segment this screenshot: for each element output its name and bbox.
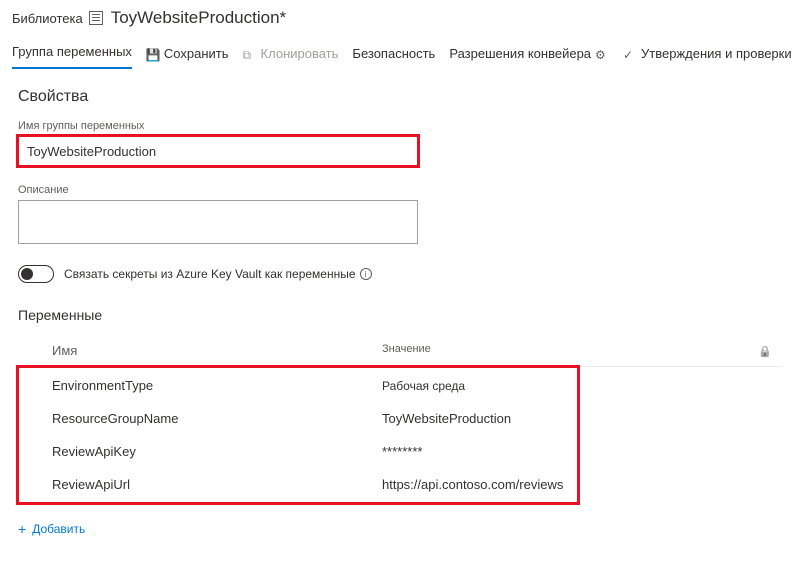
- add-label: Добавить: [32, 522, 85, 536]
- variable-group-icon: [89, 11, 103, 25]
- var-value: ToyWebsiteProduction: [382, 411, 578, 426]
- name-label: Имя группы переменных: [18, 120, 782, 132]
- name-field-block: Имя группы переменных: [18, 120, 782, 166]
- save-label: Сохранить: [164, 46, 229, 61]
- variables-heading: Переменные: [18, 307, 782, 323]
- breadcrumb-library[interactable]: Библиотека: [12, 11, 83, 26]
- var-value: https://api.contoso.com/reviews: [382, 477, 578, 492]
- clone-button[interactable]: Клонировать: [243, 46, 339, 61]
- col-value-header: Значение: [382, 343, 752, 358]
- keyvault-toggle-label: Связать секреты из Azure Key Vault как п…: [64, 267, 372, 281]
- page-title: ToyWebsiteProduction*: [111, 8, 286, 28]
- col-name-header: Имя: [52, 343, 382, 358]
- table-row[interactable]: EnvironmentType Рабочая среда: [18, 369, 578, 402]
- group-name-input[interactable]: [18, 136, 418, 166]
- add-variable-button[interactable]: + Добавить: [18, 521, 85, 537]
- properties-heading: Свойства: [18, 88, 782, 106]
- info-icon[interactable]: i: [360, 268, 372, 280]
- approvals-label: Утверждения и проверки: [641, 46, 792, 61]
- variables-header: Имя Значение: [18, 337, 782, 367]
- variables-body: EnvironmentType Рабочая среда ResourceGr…: [18, 367, 578, 503]
- pipeline-permissions-label: Разрешения конвейера: [449, 46, 591, 61]
- tab-variable-group[interactable]: Группа переменных: [12, 38, 132, 69]
- keyvault-toggle-row: Связать секреты из Azure Key Vault как п…: [18, 265, 782, 283]
- keyvault-toggle[interactable]: [18, 265, 54, 283]
- clone-label: Клонировать: [261, 46, 339, 61]
- toolbar: Группа переменных Сохранить Клонировать …: [0, 32, 800, 70]
- plus-icon: +: [18, 521, 26, 537]
- variables-table: Имя Значение EnvironmentType Рабочая сре…: [18, 337, 782, 503]
- table-row[interactable]: ReviewApiUrl https://api.contoso.com/rev…: [18, 468, 578, 501]
- lock-icon: [758, 343, 772, 358]
- var-name: ResourceGroupName: [52, 411, 382, 426]
- description-label: Описание: [18, 184, 782, 196]
- save-button[interactable]: Сохранить: [146, 46, 229, 61]
- var-name: ReviewApiKey: [52, 444, 382, 459]
- check-icon: [623, 47, 637, 61]
- table-row[interactable]: ReviewApiKey ********: [18, 435, 578, 468]
- var-value: Рабочая среда: [382, 379, 578, 393]
- save-icon: [146, 47, 160, 61]
- pipeline-icon: [595, 47, 609, 61]
- var-value: ********: [382, 444, 578, 459]
- description-field-block: Описание: [18, 184, 782, 247]
- var-name: EnvironmentType: [52, 378, 382, 393]
- breadcrumb: Библиотека ToyWebsiteProduction*: [0, 0, 800, 32]
- var-name: ReviewApiUrl: [52, 477, 382, 492]
- content: Свойства Имя группы переменных Описание …: [0, 70, 800, 503]
- table-row[interactable]: ResourceGroupName ToyWebsiteProduction: [18, 402, 578, 435]
- approvals-checks-button[interactable]: Утверждения и проверки: [623, 46, 792, 61]
- description-input[interactable]: [18, 200, 418, 244]
- col-lock-header: [752, 343, 782, 358]
- security-button[interactable]: Безопасность: [352, 46, 435, 61]
- clone-icon: [243, 47, 257, 61]
- pipeline-permissions-button[interactable]: Разрешения конвейера: [449, 46, 609, 61]
